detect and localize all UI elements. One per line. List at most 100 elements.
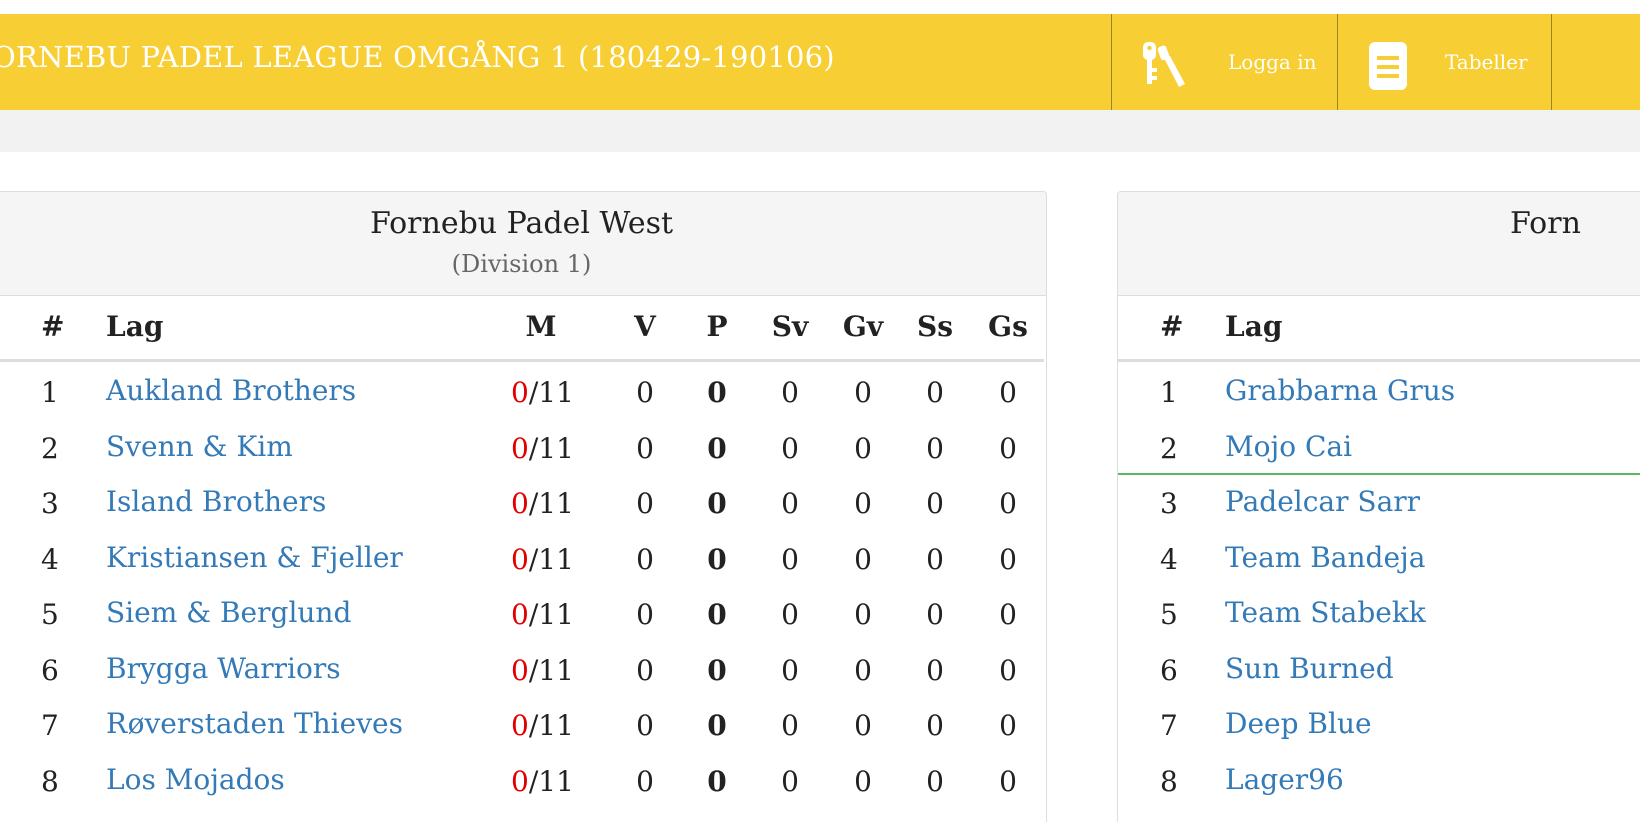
ss-cell: 0 <box>926 598 944 631</box>
team-link[interactable]: Siem & Berglund <box>106 597 351 629</box>
rank-cell: 3 <box>41 487 59 520</box>
team-link[interactable]: Mojo Cai <box>1225 430 1352 463</box>
promotion-divider <box>1118 473 1640 475</box>
team-link[interactable]: Team Stabekk <box>1225 597 1426 629</box>
gs-cell: 0 <box>999 653 1017 687</box>
team-link[interactable]: Svenn & Kim <box>106 430 293 463</box>
col-header-sv: Sv <box>771 310 809 343</box>
nav-divider <box>1551 14 1552 110</box>
gs-cell: 0 <box>999 709 1017 742</box>
v-cell: 0 <box>636 431 654 465</box>
v-cell: 0 <box>636 653 654 687</box>
gs-cell: 0 <box>999 487 1017 520</box>
v-cell: 0 <box>636 542 654 576</box>
team-link[interactable]: Brygga Warriors <box>106 652 341 685</box>
v-cell: 0 <box>636 487 654 520</box>
p-cell: 0 <box>707 376 727 409</box>
matches-played: 0 <box>511 653 529 687</box>
top-header-bar: ORNEBU PADEL LEAGUE OMGÅNG 1 (180429-190… <box>0 14 1640 110</box>
nav-tables[interactable]: Tabeller <box>1338 14 1551 110</box>
sv-cell: 0 <box>781 598 799 631</box>
v-cell: 0 <box>636 764 654 798</box>
team-link[interactable]: Røverstaden Thieves <box>106 708 403 740</box>
sv-cell: 0 <box>781 653 799 687</box>
team-link[interactable]: Padelcar Sarr <box>1225 486 1420 518</box>
sv-cell: 0 <box>781 764 799 798</box>
gs-cell: 0 <box>999 376 1017 409</box>
standings-panel-second: Forn # Lag 1 Grabbarna Grus 2 Mojo Cai 3 Pade… <box>1117 191 1640 822</box>
ss-cell: 0 <box>926 764 944 798</box>
p-cell: 0 <box>707 709 727 742</box>
rank-cell: 8 <box>41 764 59 798</box>
col-header-rank: # <box>41 310 65 343</box>
panel-subtitle: (Division 1) <box>451 250 592 278</box>
gs-cell: 0 <box>999 542 1017 576</box>
p-cell: 0 <box>707 542 727 576</box>
col-header-team: Lag <box>106 310 164 343</box>
matches-total: /11 <box>528 598 574 631</box>
sv-cell: 0 <box>781 431 799 465</box>
col-header-p: P <box>706 310 728 343</box>
team-link[interactable]: Los Mojados <box>106 763 285 796</box>
matches-cell: 0/11 <box>511 432 581 465</box>
ss-cell: 0 <box>926 376 944 409</box>
p-cell: 0 <box>707 487 727 520</box>
matches-cell: 0/11 <box>511 764 581 798</box>
rank-cell: 5 <box>41 598 59 631</box>
ss-cell: 0 <box>926 653 944 687</box>
gs-cell: 0 <box>999 431 1017 465</box>
team-link[interactable]: Kristiansen & Fjeller <box>106 541 403 574</box>
matches-played: 0 <box>511 487 529 520</box>
rank-cell: 4 <box>41 542 59 576</box>
rank-cell: 7 <box>41 709 59 742</box>
gv-cell: 0 <box>854 653 872 687</box>
matches-total: /11 <box>528 709 574 742</box>
p-cell: 0 <box>707 431 727 465</box>
gv-cell: 0 <box>854 431 872 465</box>
sv-cell: 0 <box>781 376 799 409</box>
rank-cell: 1 <box>1160 376 1178 409</box>
ss-cell: 0 <box>926 542 944 576</box>
p-cell: 0 <box>707 653 727 687</box>
team-link[interactable]: Island Brothers <box>106 486 326 518</box>
team-link[interactable]: Grabbarna Grus <box>1225 375 1455 407</box>
panel-heading: Forn <box>1118 192 1640 296</box>
team-link[interactable]: Team Bandeja <box>1225 541 1425 574</box>
team-link[interactable]: Deep Blue <box>1225 708 1372 740</box>
gv-cell: 0 <box>854 598 872 631</box>
team-link[interactable]: Lager96 <box>1225 763 1344 796</box>
sv-cell: 0 <box>781 709 799 742</box>
rank-cell: 3 <box>1160 487 1178 520</box>
gv-cell: 0 <box>854 764 872 798</box>
v-cell: 0 <box>636 598 654 631</box>
header-divider <box>0 359 1044 362</box>
rank-cell: 4 <box>1160 542 1178 576</box>
col-header-ss: Ss <box>917 310 953 343</box>
team-link[interactable]: Sun Burned <box>1225 652 1394 685</box>
nav-login[interactable]: Logga in <box>1112 14 1337 110</box>
rank-cell: 7 <box>1160 709 1178 742</box>
panel-title: Forn <box>1510 206 1581 241</box>
matches-played: 0 <box>511 542 529 576</box>
matches-total: /11 <box>528 764 574 798</box>
rank-cell: 2 <box>41 431 59 465</box>
gv-cell: 0 <box>854 487 872 520</box>
matches-total: /11 <box>528 542 574 576</box>
team-link[interactable]: Aukland Brothers <box>106 375 356 407</box>
gv-cell: 0 <box>854 376 872 409</box>
ss-cell: 0 <box>926 709 944 742</box>
matches-total: /11 <box>528 376 574 409</box>
header-divider <box>1118 359 1640 362</box>
rank-cell: 2 <box>1160 431 1178 465</box>
col-header-v: V <box>634 310 656 343</box>
matches-cell: 0/11 <box>511 377 581 409</box>
sv-cell: 0 <box>781 542 799 576</box>
p-cell: 0 <box>707 598 727 631</box>
tables-label: Tabeller <box>1445 50 1528 74</box>
matches-total: /11 <box>528 653 574 687</box>
rank-cell: 6 <box>41 653 59 687</box>
p-cell: 0 <box>707 764 727 798</box>
matches-cell: 0/11 <box>511 542 581 576</box>
standings-panel-west: Fornebu Padel West (Division 1) # Lag M … <box>0 191 1047 822</box>
sv-cell: 0 <box>781 487 799 520</box>
